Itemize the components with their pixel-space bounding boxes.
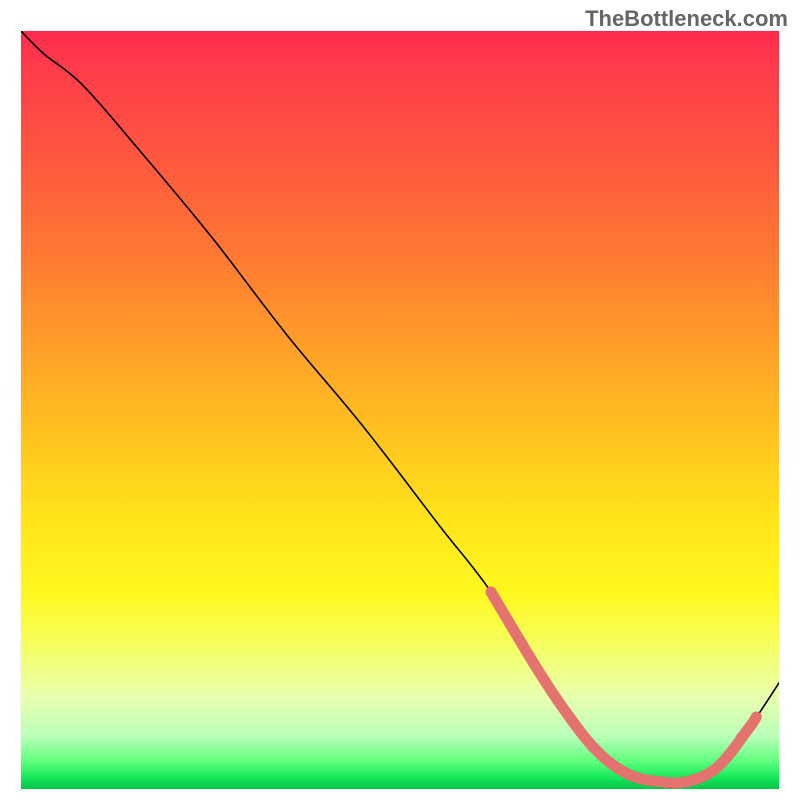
bottleneck-curve-line	[21, 31, 779, 783]
highlight-dot	[736, 732, 747, 743]
plot-area	[20, 30, 780, 790]
highlight-dot	[713, 761, 724, 772]
highlight-overlay	[491, 592, 756, 783]
curve-svg	[21, 31, 779, 789]
chart-container: TheBottleneck.com	[0, 0, 800, 800]
watermark-label: TheBottleneck.com	[585, 6, 788, 32]
